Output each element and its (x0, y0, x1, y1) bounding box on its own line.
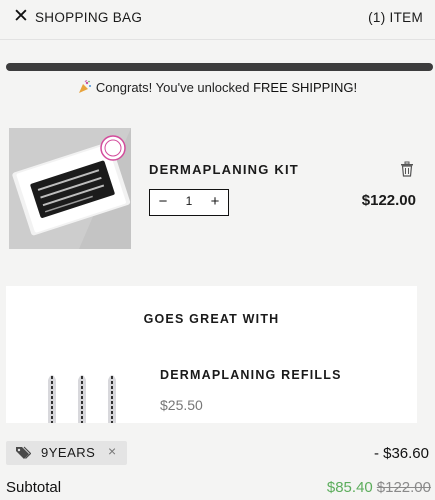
upsell-product-image[interactable] (30, 366, 140, 426)
trash-icon[interactable] (400, 161, 414, 177)
upsell-product-name[interactable]: DERMAPLANING REFILLS (160, 368, 342, 382)
upsell-card: GOES GREAT WITH DERMAPLANING REFILLS $25… (6, 286, 417, 426)
party-popper-icon (78, 80, 91, 93)
remove-discount-button[interactable]: × (108, 443, 116, 459)
decrease-quantity-button[interactable]: − (152, 192, 174, 212)
free-shipping-message: Congrats! You've unlocked FREE SHIPPING! (0, 80, 435, 95)
discount-code: 9YEARS (41, 445, 96, 460)
subtotal-values: $85.40 $122.00 (327, 479, 431, 496)
quantity-stepper: − 1 + (149, 189, 229, 216)
close-icon[interactable]: ✕ (12, 7, 30, 26)
item-count: (1) ITEM (368, 10, 423, 25)
cart-summary: 9YEARS × - $36.60 Subtotal $85.40 $122.00 (0, 423, 435, 500)
product-image[interactable] (9, 128, 131, 249)
cart-header: ✕ SHOPPING BAG (1) ITEM (0, 0, 435, 40)
discount-code-tag: 9YEARS × (6, 441, 127, 465)
discount-amount: - $36.60 (373, 445, 429, 462)
upsell-product-price: $25.50 (160, 397, 203, 413)
page-title: SHOPPING BAG (35, 10, 143, 25)
quantity-value: 1 (185, 194, 193, 208)
subtotal-label: Subtotal (6, 479, 62, 496)
shipping-message-text: Congrats! You've unlocked (95, 80, 254, 95)
cart-item-name[interactable]: DERMAPLANING KIT (149, 162, 299, 177)
free-shipping-progress-bar (6, 63, 433, 71)
subtotal-discounted: $85.40 (326, 479, 373, 496)
progress-fill (6, 63, 433, 71)
cart-item-price: $122.00 (361, 192, 416, 209)
subtotal-original: $122.00 (376, 479, 431, 496)
shipping-message-highlight: FREE SHIPPING! (253, 80, 358, 95)
tag-icon (16, 446, 31, 459)
increase-quantity-button[interactable]: + (204, 192, 226, 212)
upsell-title: GOES GREAT WITH (143, 312, 280, 326)
